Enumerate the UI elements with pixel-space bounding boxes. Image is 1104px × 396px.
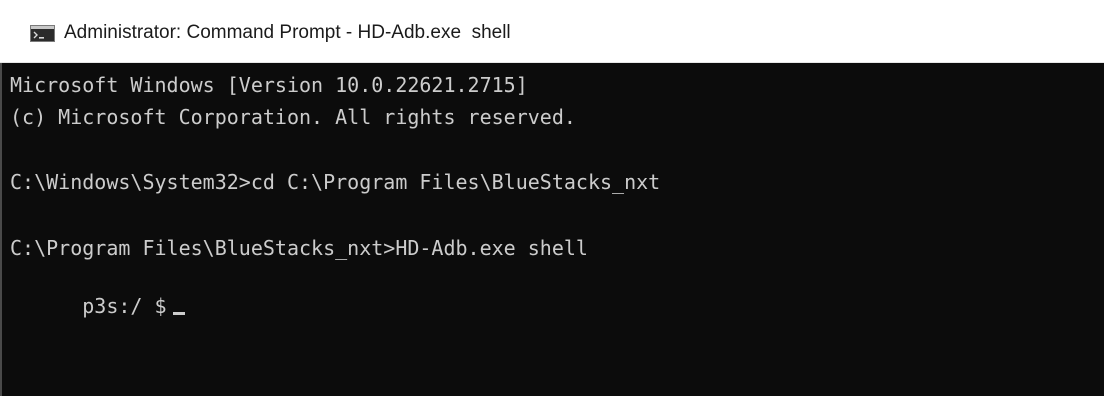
console-line-cd-command: C:\Windows\System32>cd C:\Program Files\… — [10, 170, 661, 194]
title-bar[interactable]: Administrator: Command Prompt - HD-Adb.e… — [0, 0, 1104, 63]
text-cursor — [172, 312, 185, 315]
console-line-copyright: (c) Microsoft Corporation. All rights re… — [10, 105, 576, 129]
cmd-console-icon — [30, 25, 55, 42]
console-line-adb-command: C:\Program Files\BlueStacks_nxt>HD-Adb.e… — [10, 236, 588, 260]
window-title: Administrator: Command Prompt - HD-Adb.e… — [64, 22, 511, 43]
shell-prompt: p3s:/ $ — [82, 294, 167, 318]
command-prompt-window[interactable]: Administrator: Command Prompt - HD-Adb.e… — [0, 0, 1104, 396]
console-line-version: Microsoft Windows [Version 10.0.22621.27… — [10, 73, 528, 97]
shell-prompt-line[interactable]: p3s:/ $ — [10, 267, 185, 345]
console-output-area[interactable]: Microsoft Windows [Version 10.0.22621.27… — [0, 63, 1104, 396]
